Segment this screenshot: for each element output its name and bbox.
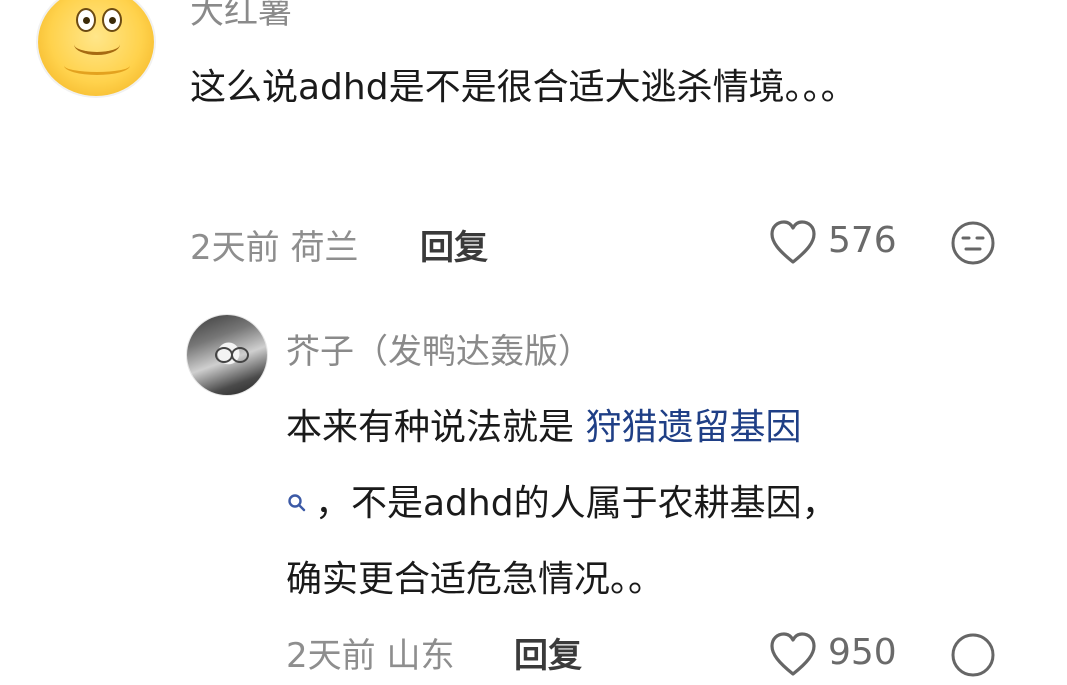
- avatar-eye-right: [102, 8, 122, 32]
- like-count: 950: [828, 632, 897, 673]
- reply-text-line3: 确实更合适危急情况。。: [286, 559, 665, 600]
- reply-text-line: 本来有种说法就是 狩猎遗留基因: [286, 400, 1026, 456]
- timestamp: 2天前: [190, 228, 280, 268]
- reply-text-line: 确实更合适危急情况。。: [286, 552, 1026, 608]
- search-icon[interactable]: [286, 494, 315, 520]
- avatar-glasses-right: [231, 347, 249, 363]
- heart-icon[interactable]: [768, 218, 818, 268]
- reply-button[interactable]: 回复: [420, 220, 488, 269]
- comment-text: 这么说adhd是不是很合适大逃杀情境。。。: [190, 67, 857, 108]
- timestamp: 2天前: [286, 636, 376, 676]
- location: 荷兰: [290, 228, 359, 268]
- avatar-chin: [64, 56, 130, 75]
- comment-meta: 2天前 荷兰: [190, 220, 358, 269]
- username[interactable]: 大红薯: [190, 0, 292, 33]
- avatar[interactable]: [187, 315, 267, 395]
- reply-text-prefix: 本来有种说法就是: [286, 407, 586, 448]
- reply-button[interactable]: 回复: [514, 628, 582, 677]
- neutral-face-icon[interactable]: [950, 220, 996, 266]
- location: 山东: [386, 636, 455, 676]
- search-link[interactable]: 狩猎遗留基因: [585, 407, 801, 448]
- username[interactable]: 芥子（发鸭达轰版）: [286, 324, 592, 373]
- heart-icon[interactable]: [768, 630, 818, 680]
- avatar[interactable]: [38, 0, 154, 96]
- like-count: 576: [828, 220, 897, 261]
- neutral-face-icon[interactable]: [950, 632, 996, 678]
- reply-text: 本来有种说法就是 狩猎遗留基因 ，不是adhd的人属于农耕基因， 确实更合适危急…: [286, 400, 1026, 608]
- avatar-eye-left: [76, 8, 96, 32]
- reply-text-line2: ，不是adhd的人属于农耕基因，: [315, 483, 838, 524]
- avatar-smile: [74, 34, 120, 55]
- comment-meta: 2天前 山东: [286, 628, 454, 677]
- reply-text-line: ，不是adhd的人属于农耕基因，: [286, 476, 1026, 532]
